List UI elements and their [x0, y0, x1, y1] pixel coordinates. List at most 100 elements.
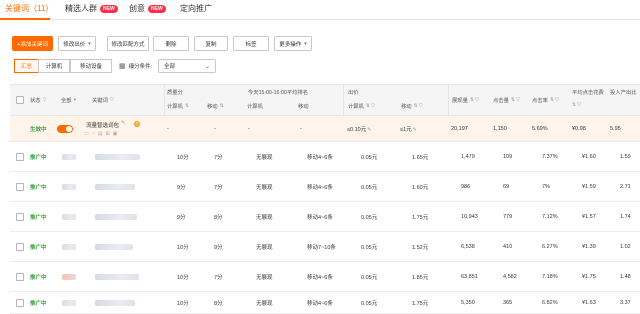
impressions-header[interactable]: 展现量 ⇅▽ [452, 96, 480, 104]
clicks-header[interactable]: 点击量 ⇅▽ [493, 96, 521, 104]
bid-mobile-value[interactable]: 1.60元 [412, 183, 428, 191]
edit-icon[interactable]: ✎ [367, 127, 371, 133]
table-row[interactable]: 推广中 10分 9分 无展现 移动7~10条 0.05元 1.52元 6,538… [10, 232, 640, 262]
rank-header: 今天15:00-16:00平均排名 [248, 88, 308, 96]
bid-computer-value[interactable]: 0.05元 [361, 273, 377, 281]
sort-filter-icons: ⇅▽ [413, 103, 424, 109]
segment-summary-label: 汇总 [20, 64, 32, 70]
delete-label: 删除 [165, 41, 177, 48]
table-row[interactable]: 推广中 9分 7分 无展现 移动4~6条 0.05元 1.60元 986 69 … [10, 172, 640, 202]
bid-computer-value[interactable]: 0.05元 [361, 183, 377, 191]
clicks-value: 779 [503, 213, 513, 220]
impressions-value: 63,851 [461, 273, 478, 280]
bid-mobile-cell[interactable]: ≤1元✎ [400, 125, 417, 133]
table-row[interactable]: 推广中 10分 7分 无展现 移动4~6条 0.05元 1.85元 63,851… [10, 262, 640, 292]
qs-mobile-header[interactable]: 移动 ⇅ [207, 102, 225, 110]
row-checkbox[interactable] [16, 182, 24, 191]
select-all-checkbox[interactable] [16, 96, 24, 104]
row-checkbox[interactable] [16, 152, 24, 161]
tab-targeting-label: 定向推广 [180, 4, 212, 13]
avg-cpc-icons[interactable]: ⇅▽ [572, 102, 582, 108]
bid-mobile-value[interactable]: 1.75元 [412, 213, 428, 221]
bid-mobile-value[interactable]: 1.85元 [412, 273, 428, 281]
bid-computer-value[interactable]: 0.05元 [361, 243, 377, 251]
bid-mobile-value[interactable]: 1.65元 [412, 153, 428, 161]
new-badge: NEW [148, 4, 166, 13]
segment-mobile[interactable]: 移动设备 [70, 59, 112, 73]
status-header-label: 状态 [30, 98, 41, 104]
roi-header[interactable]: 投入产出比 [610, 88, 637, 96]
bid-computer-header[interactable]: 计算机 ⇅▽ [348, 102, 376, 110]
status-text: 推广中 [30, 214, 47, 221]
keyword-header-label: 关键词 [92, 98, 108, 104]
table-row[interactable]: 推广中 9分 8分 无展现 移动4~6条 0.05元 1.75元 10,943 … [10, 202, 640, 232]
redacted-thumbnail [62, 183, 76, 190]
table-row[interactable]: 推广中 10分 8分 无展现 移动4~6条 0.05元 1.75元 5,350 … [10, 292, 640, 314]
row-checkbox[interactable] [16, 298, 24, 307]
bid-mobile-value[interactable]: 1.52元 [412, 243, 428, 251]
avg-cpc-value: ¥1.60 [582, 153, 596, 160]
quality-score-label: 质量分 [167, 90, 183, 96]
bid-computer-value[interactable]: 0.05元 [361, 153, 377, 161]
filter-select-value: 全部 [164, 64, 176, 70]
bid-mobile-value[interactable]: 1.75元 [412, 299, 428, 307]
clicks-value: 4,582 [503, 273, 517, 280]
row-checkbox[interactable] [16, 212, 24, 221]
edit-icon[interactable]: ✎ [413, 127, 417, 133]
tag-button[interactable]: 标签 [233, 36, 269, 51]
quality-score-header: 质量分 [167, 88, 183, 96]
status-header[interactable]: 状态 ▽ [30, 96, 47, 104]
bid-computer-value[interactable]: 0.05元 [361, 213, 377, 221]
qs-mobile-value: 7分 [214, 184, 223, 191]
all-header[interactable]: 全部 ▾ [61, 96, 77, 104]
row-checkbox[interactable] [16, 242, 24, 251]
info-icon[interactable]: ! [134, 121, 140, 127]
bid-mobile-header[interactable]: 移动 ⇅▽ [401, 102, 424, 110]
redacted-keyword[interactable] [95, 243, 133, 250]
table-row[interactable]: 推广中 10分 7分 无展现 移动4~6条 0.05元 1.65元 1,479 … [10, 142, 640, 172]
tab-selected-audience[interactable]: 精选人群 NEW [65, 3, 118, 14]
keyword-action-icons[interactable]: ▭◔▤⊞▣ [84, 131, 120, 137]
bid-computer-cell[interactable]: ≤0.10元✎ [347, 125, 371, 133]
keyword-text[interactable]: 流量智选词包 [86, 121, 119, 129]
redacted-keyword[interactable] [95, 299, 135, 306]
enable-toggle[interactable] [57, 125, 73, 133]
ctr-value: 7.18% [542, 273, 558, 280]
qs-computer-header[interactable]: 计算机 ⇅ [167, 102, 190, 110]
status-text: 推广中 [30, 184, 47, 191]
roi-value: 1.59 [620, 153, 631, 160]
tab-targeting[interactable]: 定向推广 [180, 3, 212, 14]
redacted-keyword[interactable] [95, 153, 140, 160]
redacted-keyword[interactable] [95, 273, 139, 280]
edit-icon[interactable]: ✎ [121, 120, 125, 126]
copy-button[interactable]: 复制 [194, 36, 228, 51]
rank-computer-label: 计算机 [247, 104, 263, 110]
avg-cpc-header[interactable]: 平均点击花费 [572, 88, 604, 96]
add-keyword-button[interactable]: +添加关键词 [12, 36, 53, 51]
redacted-keyword[interactable] [95, 183, 135, 190]
ctr-header[interactable]: 点击率 ⇅▽ [532, 96, 560, 104]
more-actions-button[interactable]: 更多操作 ▾ [274, 36, 312, 51]
row-checkbox[interactable] [16, 272, 24, 281]
bid-computer-value[interactable]: 0.05元 [361, 299, 377, 307]
qs-computer-label: 计算机 [167, 104, 183, 110]
table-row[interactable]: 生效中 流量智选词包 ✎ ! ▭◔▤⊞▣ - - - - ≤0.10元✎ ≤1元… [10, 116, 640, 142]
segment-computer[interactable]: 计算机 [38, 59, 70, 73]
delete-button[interactable]: 删除 [153, 36, 189, 51]
modify-match-button[interactable]: 修改匹配方式 [107, 36, 149, 51]
impressions-value: 1,479 [461, 153, 475, 160]
segment-summary[interactable]: 汇总 [14, 59, 39, 73]
copy-label: 复制 [205, 41, 217, 48]
redacted-thumbnail [62, 299, 76, 306]
roi-value: 5.95 [610, 125, 621, 132]
roi-value: 3.37 [620, 299, 631, 306]
avg-cpc-value: ¥1.57 [582, 213, 596, 220]
tab-keywords[interactable]: 关键词（11） [5, 3, 53, 14]
rank-mobile-value: 移动7~10条 [307, 244, 336, 251]
keyword-header[interactable]: 关键词 ▽ [92, 96, 115, 104]
tab-creative[interactable]: 创意 NEW [129, 3, 166, 14]
status-text: 推广中 [30, 300, 47, 307]
modify-bid-button[interactable]: 修改出价 ▾ [58, 36, 96, 51]
filter-select[interactable]: 全部 ⌄ [158, 59, 216, 73]
redacted-keyword[interactable] [95, 213, 137, 220]
